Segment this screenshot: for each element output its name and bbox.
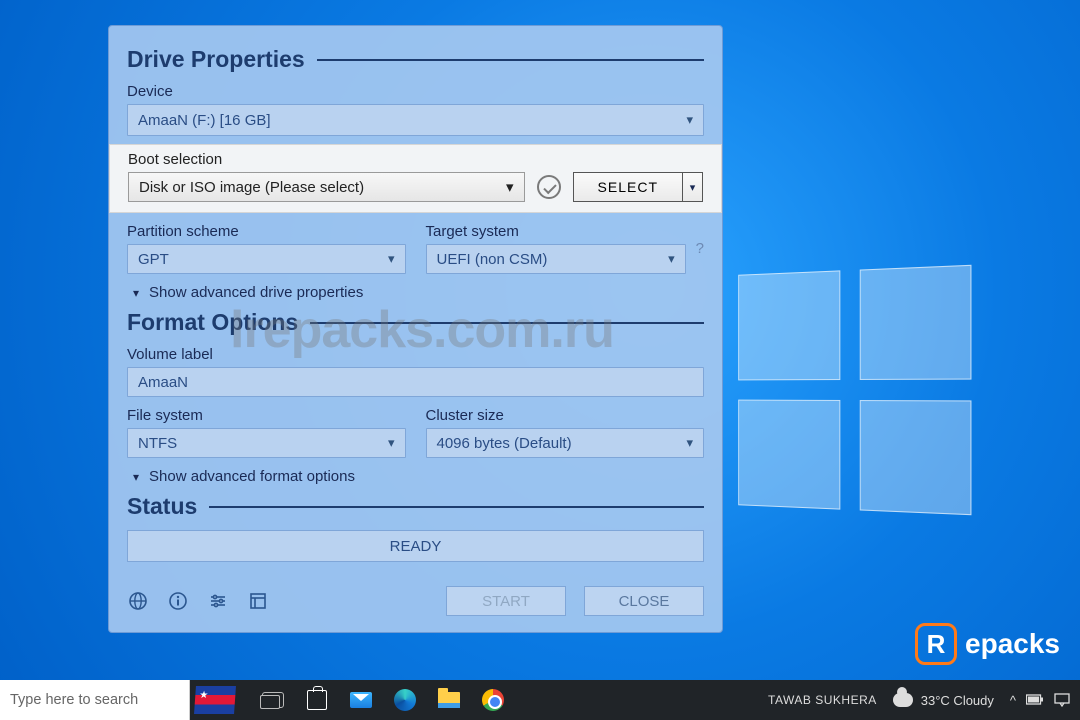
rufus-dialog: Drive Properties Device AmaaN (F:) [16 G… (108, 25, 723, 633)
cluster-value: 4096 bytes (Default) (437, 435, 572, 452)
file-explorer-icon[interactable] (436, 687, 462, 713)
volume-label-value: AmaaN (138, 374, 188, 391)
store-icon[interactable] (304, 687, 330, 713)
boot-value: Disk or ISO image (Please select) (139, 179, 364, 196)
battery-icon[interactable] (1026, 694, 1044, 706)
status-value: READY (390, 538, 442, 555)
target-help-icon[interactable]: ? (696, 240, 704, 257)
cloud-icon (893, 693, 913, 707)
partition-label: Partition scheme (127, 223, 406, 240)
filesystem-dropdown[interactable]: NTFS ▾ (127, 428, 406, 458)
advanced-drive-toggle[interactable]: ▾ Show advanced drive properties (133, 284, 704, 301)
device-dropdown[interactable]: AmaaN (F:) [16 GB] ▾ (127, 104, 704, 136)
notifications-icon[interactable] (1054, 693, 1070, 707)
edge-icon[interactable] (392, 687, 418, 713)
section-format-options: Format Options (127, 309, 704, 336)
start-button[interactable]: START (446, 586, 566, 616)
log-icon[interactable] (247, 590, 269, 612)
status-bar: READY (127, 530, 704, 562)
boot-label: Boot selection (128, 151, 703, 168)
advanced-format-toggle[interactable]: ▾ Show advanced format options (133, 468, 704, 485)
chevron-down-icon: ▾ (388, 251, 395, 267)
close-button[interactable]: CLOSE (584, 586, 704, 616)
checksum-icon[interactable] (537, 175, 561, 199)
select-dropdown-button[interactable]: ▾ (683, 172, 703, 202)
filesystem-value: NTFS (138, 435, 177, 452)
task-view-icon[interactable] (260, 687, 286, 713)
chevron-down-icon: ▾ (686, 112, 693, 128)
caret-down-icon: ▾ (690, 181, 696, 194)
taskbar-search[interactable]: Type here to search (0, 680, 190, 720)
repacks-logo-icon: R (915, 623, 957, 665)
repacks-brand-text: epacks (965, 628, 1060, 660)
section-status: Status (127, 493, 704, 520)
taskbar: Type here to search TAWAB SUKHERA 33°C C… (0, 680, 1080, 720)
tool-icons (127, 590, 269, 612)
volume-label-label: Volume label (127, 346, 704, 363)
chevron-down-icon: ▾ (388, 435, 395, 451)
chevron-down-icon: ▾ (133, 286, 139, 300)
chevron-down-icon: ▾ (668, 251, 675, 267)
section-drive-properties: Drive Properties (127, 46, 704, 73)
target-label: Target system (426, 223, 686, 240)
cortana-flag-icon[interactable] (190, 680, 240, 720)
info-icon[interactable] (167, 590, 189, 612)
boot-selection-region: Boot selection Disk or ISO image (Please… (109, 144, 722, 213)
taskbar-weather[interactable]: 33°C Cloudy (893, 693, 994, 708)
mail-icon[interactable] (348, 687, 374, 713)
advanced-format-label: Show advanced format options (149, 468, 355, 485)
advanced-drive-label: Show advanced drive properties (149, 284, 363, 301)
partition-value: GPT (138, 251, 169, 268)
taskbar-user: TAWAB SUKHERA (768, 693, 877, 707)
repacks-brand: R epacks (915, 623, 1060, 665)
weather-text: 33°C Cloudy (921, 693, 994, 708)
search-placeholder: Type here to search (10, 692, 138, 708)
system-tray[interactable]: ^ (1010, 693, 1070, 708)
chevron-down-icon: ▾ (506, 178, 514, 196)
chevron-down-icon: ▾ (686, 435, 693, 451)
volume-label-input[interactable]: AmaaN (127, 367, 704, 397)
cluster-label: Cluster size (426, 407, 705, 424)
section-title: Format Options (127, 309, 298, 336)
section-title: Status (127, 493, 197, 520)
boot-selection-dropdown[interactable]: Disk or ISO image (Please select) ▾ (128, 172, 525, 202)
cluster-dropdown[interactable]: 4096 bytes (Default) ▾ (426, 428, 705, 458)
language-icon[interactable] (127, 590, 149, 612)
filesystem-label: File system (127, 407, 406, 424)
device-value: AmaaN (F:) [16 GB] (138, 112, 271, 129)
select-button[interactable]: SELECT (573, 172, 683, 202)
tray-chevron-icon[interactable]: ^ (1010, 693, 1016, 708)
chrome-icon[interactable] (480, 687, 506, 713)
target-dropdown[interactable]: UEFI (non CSM) ▾ (426, 244, 686, 274)
device-label: Device (127, 83, 704, 100)
partition-dropdown[interactable]: GPT ▾ (127, 244, 406, 274)
chevron-down-icon: ▾ (133, 470, 139, 484)
settings-icon[interactable] (207, 590, 229, 612)
windows-logo (738, 265, 971, 515)
target-value: UEFI (non CSM) (437, 251, 548, 268)
section-title: Drive Properties (127, 46, 305, 73)
